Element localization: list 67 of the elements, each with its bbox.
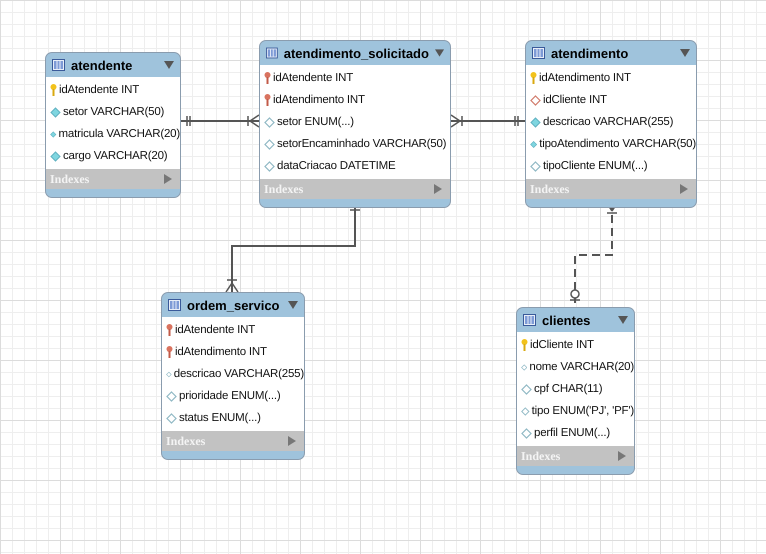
caret-icon[interactable] xyxy=(164,61,174,69)
caret-icon[interactable] xyxy=(618,316,628,324)
table-name: clientes xyxy=(542,312,592,328)
column-text: dataCriacao DATETIME xyxy=(277,160,396,172)
diamond-icon xyxy=(521,384,532,394)
column-text: matricula VARCHAR(20) xyxy=(58,128,180,140)
diamond-icon xyxy=(521,406,530,416)
column-text: idAtendente INT xyxy=(59,84,140,96)
column-text: idAtendimento INT xyxy=(539,72,631,84)
diamond-icon xyxy=(166,412,177,424)
column-text: setor ENUM(...) xyxy=(277,116,354,128)
column-text: perfil ENUM(...) xyxy=(534,427,610,439)
table-icon xyxy=(523,314,536,326)
column-text: setorEncaminhado VARCHAR(50) xyxy=(277,138,446,150)
column-text: idAtendimento INT xyxy=(273,94,365,106)
diamond-icon xyxy=(264,116,275,128)
diamond-icon xyxy=(521,428,532,438)
key-icon xyxy=(264,94,271,106)
column-text: tipoAtendimento VARCHAR(50) xyxy=(539,138,696,150)
key-icon xyxy=(166,324,173,336)
column-text: setor VARCHAR(50) xyxy=(63,106,164,118)
key-icon xyxy=(166,346,173,358)
diamond-icon xyxy=(264,138,275,150)
expand-icon xyxy=(680,184,688,194)
expand-icon xyxy=(164,174,172,184)
diamond-icon xyxy=(530,94,541,106)
column-text: cpf CHAR(11) xyxy=(534,383,602,395)
caret-icon[interactable] xyxy=(680,49,690,57)
table-icon xyxy=(532,47,545,59)
table-name: ordem_servico xyxy=(187,298,280,312)
column-text: tipo ENUM('PJ', 'PF') xyxy=(532,405,634,417)
column-text: tipoCliente ENUM(...) xyxy=(543,160,648,172)
diamond-icon xyxy=(530,160,541,172)
column-text: idCliente INT xyxy=(530,339,594,351)
column-text: idAtendimento INT xyxy=(175,346,267,358)
diamond-icon xyxy=(521,362,528,372)
table-name: atendente xyxy=(71,58,134,72)
column-text: idCliente INT xyxy=(543,94,607,106)
diamond-icon xyxy=(530,138,538,150)
key-icon xyxy=(521,339,528,351)
column-text: idAtendente INT xyxy=(273,72,354,84)
column-text: prioridade ENUM(...) xyxy=(179,390,280,402)
caret-icon[interactable] xyxy=(288,301,298,309)
column-text: idAtendente INT xyxy=(175,324,256,336)
table-name: atendimento xyxy=(551,46,630,60)
table-icon xyxy=(266,47,278,59)
expand-icon xyxy=(618,451,626,461)
caret-icon[interactable] xyxy=(434,49,444,57)
key-icon xyxy=(50,84,57,96)
key-icon xyxy=(530,72,537,84)
column-text: status ENUM(...) xyxy=(179,412,261,424)
expand-icon xyxy=(288,436,296,446)
expand-icon xyxy=(434,184,442,194)
table-icon xyxy=(52,59,65,71)
diamond-icon xyxy=(50,150,61,162)
column-text: cargo VARCHAR(20) xyxy=(63,150,168,162)
column-text: descricao VARCHAR(255) xyxy=(174,368,304,380)
column-text: nome VARCHAR(20) xyxy=(529,361,634,373)
diamond-icon xyxy=(264,160,275,172)
diamond-icon xyxy=(166,390,177,402)
diamond-icon xyxy=(530,116,541,128)
table-icon xyxy=(168,299,181,311)
key-icon xyxy=(264,72,271,84)
column-text: descricao VARCHAR(255) xyxy=(543,116,674,128)
diamond-icon xyxy=(50,106,61,118)
table-name: atendimento_solicitado xyxy=(284,46,429,60)
diamond-icon xyxy=(50,128,57,140)
